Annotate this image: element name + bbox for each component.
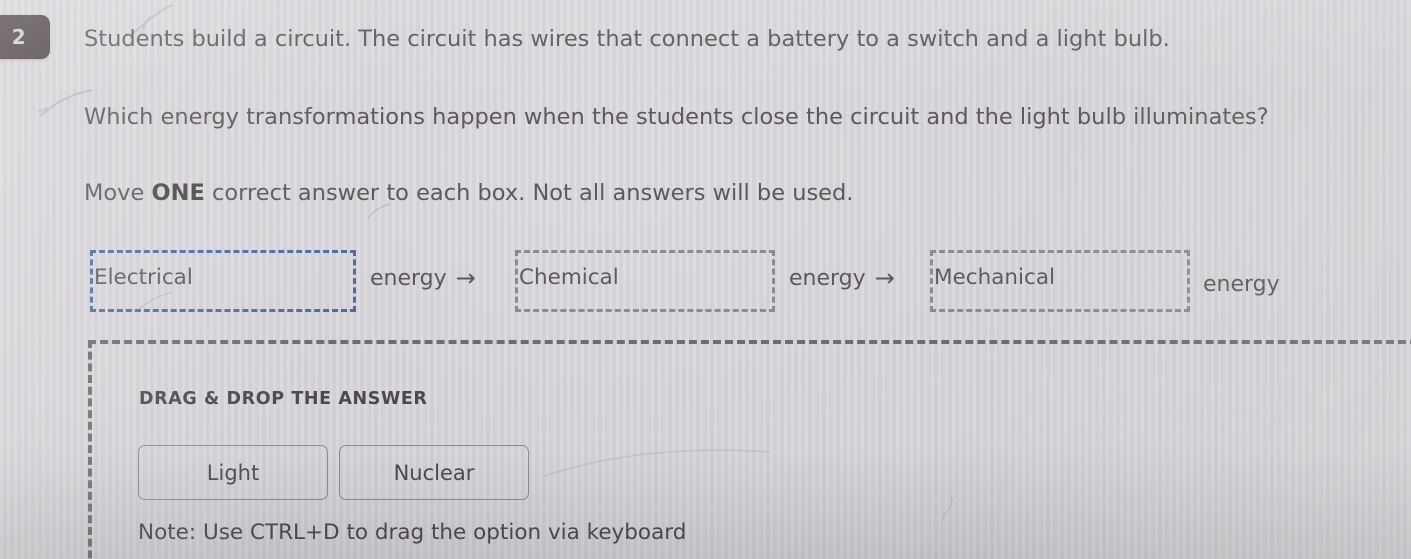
instruction-emphasis: ONE xyxy=(151,180,205,206)
drop-slot-3[interactable]: Mechanical xyxy=(930,250,1190,312)
drop-slot-1-label: Electrical xyxy=(94,264,193,290)
question-instruction: Move ONE correct answer to each box. Not… xyxy=(84,180,853,206)
drag-option-light-label: Light xyxy=(206,460,260,485)
drag-option-nuclear-label: Nuclear xyxy=(393,460,475,485)
keyboard-hint-note: Note: Use CTRL+D to drag the option via … xyxy=(138,520,687,545)
answer-drop-row: Electrical energy → Chemical energy → Me… xyxy=(0,250,1411,326)
question-number-text: 2 xyxy=(11,25,27,49)
drop-slot-3-label: Mechanical xyxy=(934,264,1055,290)
arrow-right-icon-1: → xyxy=(455,263,476,292)
drop-slot-1[interactable]: Electrical xyxy=(90,250,356,312)
arrow-right-icon-2: → xyxy=(874,263,895,292)
question-page: 2 Students build a circuit. The circuit … xyxy=(0,0,1411,559)
energy-label-1-text: energy xyxy=(370,266,447,291)
instruction-before: Move xyxy=(84,180,152,206)
energy-label-2-text: energy xyxy=(789,266,866,291)
energy-label-3: energy xyxy=(1203,272,1280,297)
drag-option-nuclear[interactable]: Nuclear xyxy=(339,445,529,500)
drop-slot-2-label: Chemical xyxy=(519,264,619,290)
drag-option-light[interactable]: Light xyxy=(138,445,328,500)
drop-slot-2[interactable]: Chemical xyxy=(515,250,775,312)
energy-label-1: energy → xyxy=(370,263,476,292)
energy-label-2: energy → xyxy=(789,263,895,292)
drag-drop-panel: DRAG & DROP THE ANSWER Light Nuclear Not… xyxy=(88,340,1411,559)
drag-option-list: Light Nuclear xyxy=(138,445,529,500)
drag-drop-title: DRAG & DROP THE ANSWER xyxy=(139,389,428,409)
energy-label-3-text: energy xyxy=(1203,272,1280,297)
question-stem-line-1: Students build a circuit. The circuit ha… xyxy=(84,26,1170,52)
question-stem-line-2: Which energy transformations happen when… xyxy=(84,104,1269,130)
question-number-badge: 2 xyxy=(0,15,50,59)
instruction-after: correct answer to each box. Not all answ… xyxy=(204,180,854,206)
